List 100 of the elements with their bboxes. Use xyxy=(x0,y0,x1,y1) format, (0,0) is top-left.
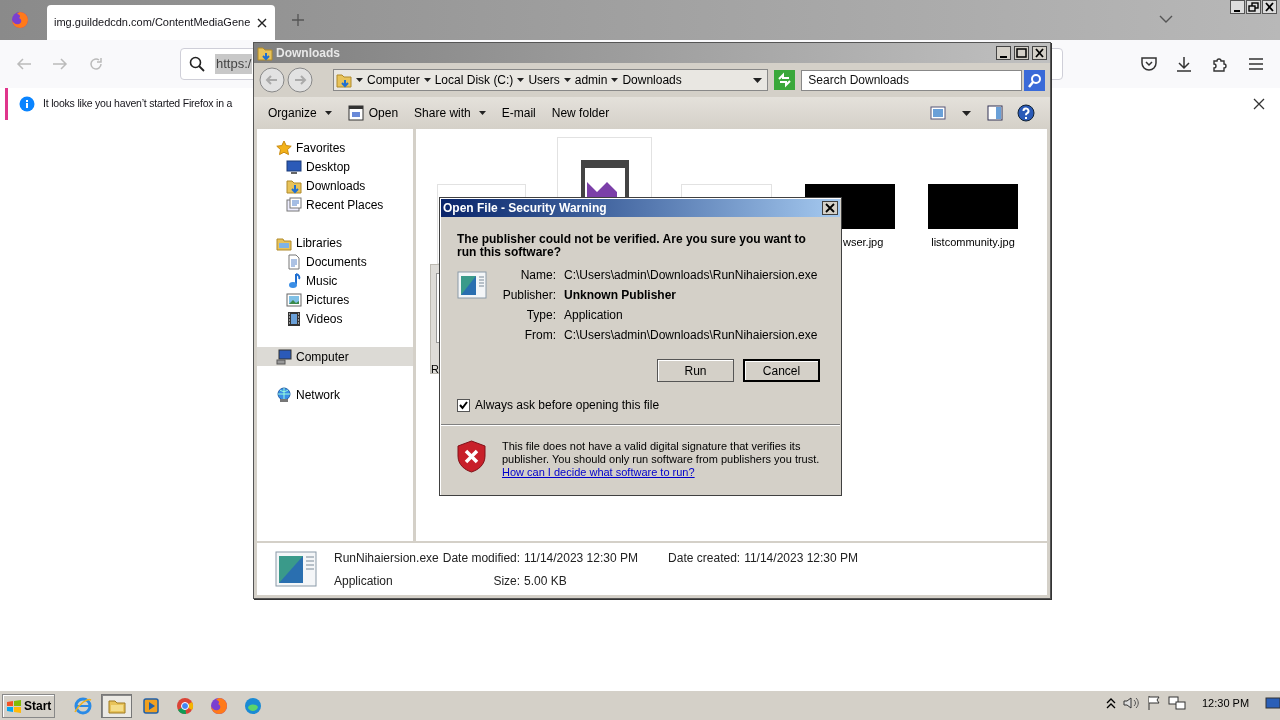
network-icon[interactable] xyxy=(1168,695,1186,712)
caret-icon xyxy=(478,111,486,115)
address-bar[interactable]: Computer Local Disk (C:) Users admin Downloads xyxy=(333,69,769,91)
nav-item[interactable]: Documents xyxy=(257,252,413,271)
nav-item[interactable]: Favorites xyxy=(257,138,413,157)
breadcrumb-item[interactable]: admin xyxy=(574,71,608,89)
close-icon[interactable] xyxy=(1262,0,1277,14)
dropdown-icon[interactable] xyxy=(753,77,763,83)
browser-tab[interactable]: img.guildedcdn.com/ContentMediaGene xyxy=(47,5,275,40)
forward-icon[interactable] xyxy=(287,67,313,93)
caret-icon xyxy=(517,78,525,82)
dropdown-icon[interactable] xyxy=(962,110,971,116)
puzzle-icon[interactable] xyxy=(1211,55,1229,73)
close-icon[interactable] xyxy=(822,201,838,215)
field-label: Type: xyxy=(525,307,556,324)
file-name[interactable]: listcommunity.jpg xyxy=(928,234,1018,251)
field-value: Unknown Publisher xyxy=(564,287,677,304)
back-icon[interactable] xyxy=(259,67,285,93)
pocket-icon[interactable] xyxy=(1140,55,1158,73)
field-value: 11/14/2023 12:30 PM xyxy=(744,549,859,567)
search-field[interactable]: Search Downloads xyxy=(801,69,1022,91)
menu-icon[interactable] xyxy=(1247,55,1265,73)
maximize-icon[interactable] xyxy=(1014,46,1029,60)
info-icon xyxy=(19,96,35,112)
window-icon xyxy=(347,105,364,121)
field-value: 11/14/2023 12:30 PM xyxy=(524,549,639,567)
minimize-icon[interactable] xyxy=(1230,0,1245,14)
restore-icon[interactable] xyxy=(1246,0,1261,14)
caret-icon xyxy=(611,78,619,82)
nav-item[interactable]: Videos xyxy=(257,309,413,328)
play-icon xyxy=(140,695,161,716)
field-label: Name: xyxy=(519,267,556,284)
speaker-icon[interactable] xyxy=(1122,695,1140,712)
refresh-icon[interactable] xyxy=(774,70,796,90)
start-button[interactable]: Start xyxy=(2,693,56,718)
close-icon[interactable] xyxy=(1032,46,1047,60)
field-label: Date created: xyxy=(668,549,741,567)
recent-icon xyxy=(286,196,302,213)
dialog-heading: The publisher could not be verified. Are you sure you want to run this software? xyxy=(457,233,807,259)
field-label: Size: xyxy=(492,572,521,590)
round-browser-icon xyxy=(174,695,195,716)
dialog-button[interactable]: Cancel xyxy=(743,359,820,382)
breadcrumb-item[interactable]: Downloads xyxy=(622,71,682,89)
flag-icon[interactable] xyxy=(1146,695,1162,712)
star-icon xyxy=(276,139,292,156)
videos-icon xyxy=(286,310,302,327)
chevron-down-icon[interactable] xyxy=(1159,14,1173,24)
file-name[interactable]: R xyxy=(431,361,439,378)
nav-item[interactable]: Recent Places xyxy=(257,195,413,214)
file-thumbnail[interactable] xyxy=(928,184,1018,229)
nav-item[interactable]: Computer xyxy=(257,347,413,366)
toolbar-button[interactable]: Open xyxy=(340,101,406,125)
browser-e-icon xyxy=(72,695,93,716)
breadcrumb-item[interactable]: Users xyxy=(528,71,560,89)
field-label: Date modified: xyxy=(442,549,521,567)
network-icon xyxy=(276,386,292,403)
nav-item[interactable]: Downloads xyxy=(257,176,413,195)
desktop-icon xyxy=(286,158,302,175)
tab-title: img.guildedcdn.com/ContentMediaGene xyxy=(54,15,251,31)
field-label: Publisher: xyxy=(501,287,556,304)
download-icon[interactable] xyxy=(1175,55,1193,73)
dialog-button[interactable]: Run xyxy=(657,359,734,382)
warning-text: This file does not have a valid digital signature that verifies its publisher. You should only run software from publishers you trust. xyxy=(502,440,821,466)
help-icon[interactable] xyxy=(1017,104,1035,122)
documents-icon xyxy=(286,253,302,270)
field-value: C:\Users\admin\Downloads\RunNihaiersion.exe xyxy=(564,267,818,284)
toolbar-button[interactable]: Share with xyxy=(407,101,493,125)
pictures-icon xyxy=(286,291,302,308)
notification-text: It looks like you haven’t started Firefox in a xyxy=(43,96,233,112)
show-desktop-icon[interactable] xyxy=(1265,696,1280,711)
toolbar-button[interactable]: New folder xyxy=(544,101,617,125)
preview-pane-icon[interactable] xyxy=(987,105,1003,121)
help-link[interactable]: How can I decide what software to run? xyxy=(502,466,695,479)
url-text: https:/ xyxy=(215,54,253,74)
file-name: RunNihaiersion.exe xyxy=(334,549,439,567)
search-icon xyxy=(189,56,205,72)
breadcrumb-item[interactable]: Computer xyxy=(367,71,420,89)
music-icon xyxy=(286,272,302,289)
file-type: Application xyxy=(334,572,394,590)
close-icon[interactable] xyxy=(1253,98,1265,110)
caret-icon xyxy=(356,78,363,82)
checkbox-label[interactable]: Always ask before opening this file xyxy=(475,396,660,414)
toolbar-button[interactable]: E-mail xyxy=(494,101,543,125)
computer-icon xyxy=(276,348,292,365)
views-icon[interactable] xyxy=(930,106,946,120)
minimize-icon[interactable] xyxy=(996,46,1011,60)
checkbox[interactable] xyxy=(457,398,470,412)
nav-item[interactable]: Desktop xyxy=(257,157,413,176)
nav-item[interactable]: Music xyxy=(257,271,413,290)
nav-item[interactable]: Pictures xyxy=(257,290,413,309)
nav-item[interactable]: Libraries xyxy=(257,233,413,252)
application-icon xyxy=(457,271,487,299)
toolbar-button[interactable]: Organize xyxy=(261,101,339,125)
close-icon[interactable] xyxy=(256,16,268,29)
nav-item[interactable]: Network xyxy=(257,385,413,404)
taskbar-button[interactable] xyxy=(101,693,133,718)
search-button[interactable] xyxy=(1024,69,1045,91)
file-name[interactable]: wser.jpg xyxy=(843,234,884,251)
breadcrumb-item[interactable]: Local Disk (C:) xyxy=(434,71,514,89)
chevron-up-icon[interactable] xyxy=(1106,697,1116,710)
